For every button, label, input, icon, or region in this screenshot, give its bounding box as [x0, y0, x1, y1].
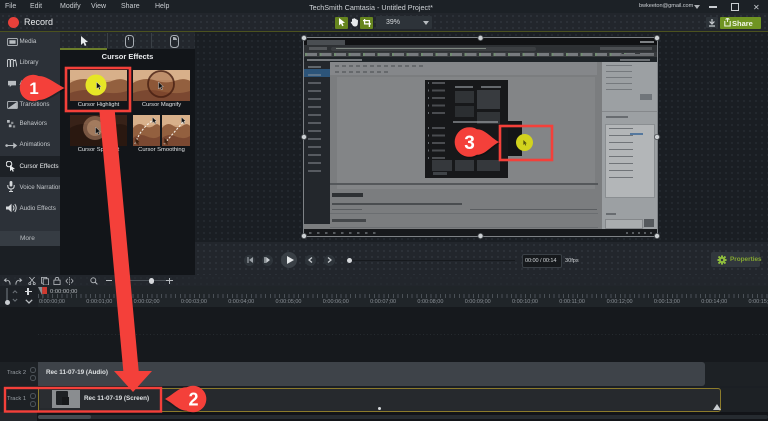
- svg-text:3: 3: [464, 133, 475, 154]
- svg-text:1: 1: [29, 79, 38, 98]
- svg-text:2: 2: [188, 390, 198, 410]
